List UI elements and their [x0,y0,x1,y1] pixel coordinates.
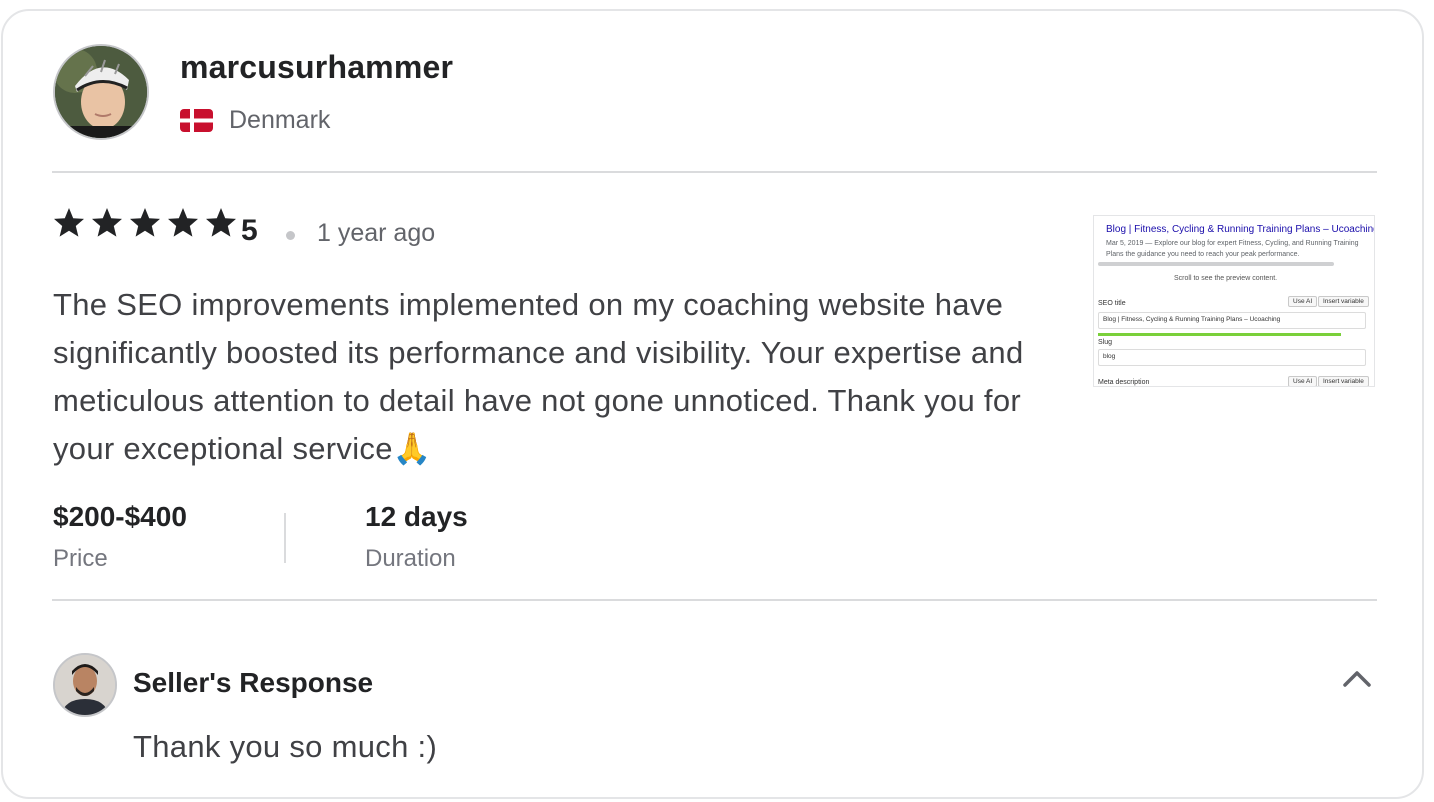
review-time-ago: 1 year ago [317,219,436,247]
duration-label: Duration [365,545,456,572]
review-attachment-thumbnail[interactable]: Blog | Fitness, Cycling & Running Traini… [1093,215,1375,387]
seller-avatar[interactable] [53,653,117,717]
attachment-seo-progress-bar [1098,333,1341,336]
attachment-seo-title-field: Blog | Fitness, Cycling & Running Traini… [1098,312,1366,329]
reviewer-avatar[interactable] [53,44,149,140]
attachment-use-ai-button: Use AI [1288,296,1318,307]
attachment-scroll-hint: Scroll to see the preview content. [1174,275,1278,282]
rating-value: 5 [241,214,258,247]
attachment-insert-variable-button: Insert variable [1318,296,1369,307]
seller-response-text: Thank you so much :) [133,729,438,764]
price-value: $200-$400 [53,501,187,532]
duration-value: 12 days [365,501,468,532]
denmark-flag-icon [180,109,213,132]
review-text: The SEO improvements implemented on my c… [53,287,1024,466]
reviewer-username[interactable]: marcusurhammer [180,49,453,86]
header-divider [52,171,1377,173]
star-icon [92,208,122,237]
attachment-seo-title-label: SEO title [1098,300,1126,307]
attachment-scrollbar [1098,262,1334,266]
attachment-preview-meta: Mar 5, 2019 — Explore our blog for exper… [1106,240,1359,258]
attachment-slug-label: Slug [1098,339,1113,346]
review-card: marcusurhammer Denmark 5 1 year ago The … [1,9,1424,799]
separator-dot [286,231,295,240]
chevron-up-icon[interactable] [1339,663,1375,695]
price-label: Price [53,545,108,572]
attachment-slug-field: blog [1098,349,1366,366]
star-rating [52,206,238,240]
response-divider [52,599,1377,601]
reviewer-country: Denmark [229,106,331,134]
attachment-meta-description-label: Meta description [1098,379,1150,386]
attachment-insert-variable-button-2: Insert variable [1318,376,1369,386]
star-icon [206,208,236,237]
stats-separator [284,513,286,563]
seller-response-title: Seller's Response [133,667,374,698]
star-icon [168,208,198,237]
star-icon [54,208,84,237]
attachment-use-ai-button-2: Use AI [1288,376,1318,386]
star-icon [130,208,160,237]
attachment-preview-title: Blog | Fitness, Cycling & Running Traini… [1106,224,1375,235]
